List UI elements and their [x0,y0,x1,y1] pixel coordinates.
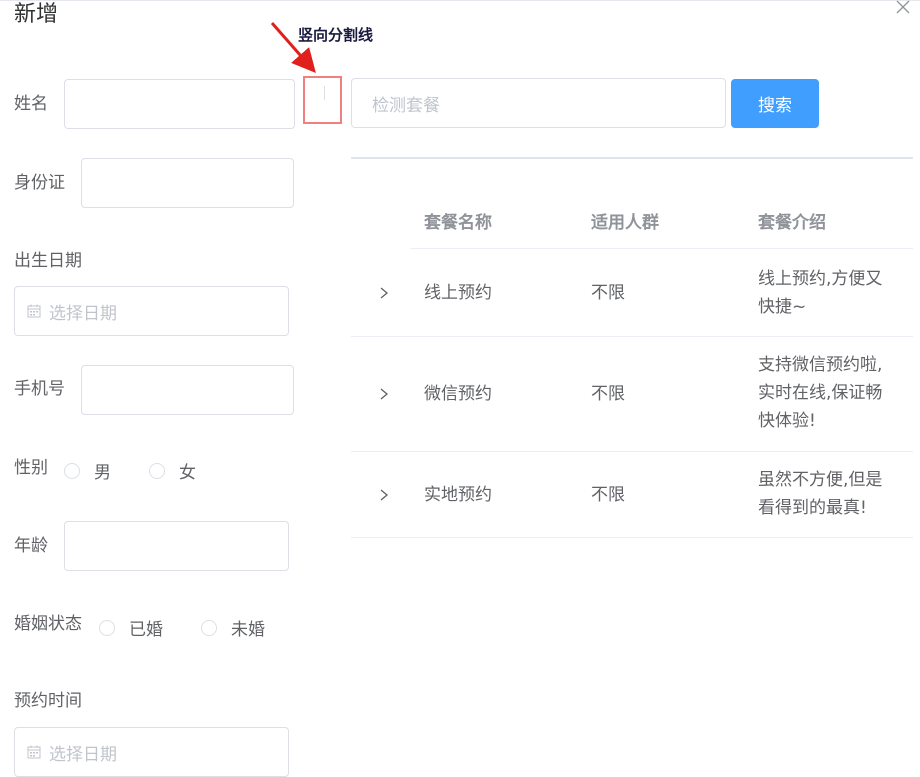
radio-circle[interactable] [149,462,165,479]
annotation-arrow-icon [270,22,316,74]
marital-radio-married[interactable]: 已婚 [99,615,163,640]
marital-status-label: 婚姻状态 [14,614,82,634]
name-label: 姓名 [14,94,48,114]
expand-row-icon[interactable] [377,286,391,300]
row-divider [351,451,913,452]
age-label: 年龄 [14,536,48,556]
vertical-divider [324,86,325,100]
calendar-icon [27,745,41,759]
id-card-input[interactable] [81,158,294,208]
id-card-label: 身份证 [14,173,65,193]
row-intro-line: 快体验! [758,411,816,431]
birth-date-placeholder: 选择日期 [49,303,117,324]
row-target-group: 不限 [591,485,625,505]
package-search-input[interactable]: 检测套餐 [351,78,726,128]
table-bottom-border [351,537,913,538]
search-button[interactable]: 搜索 [731,79,819,128]
birth-date-label: 出生日期 [14,251,82,271]
calendar-icon [27,304,41,318]
row-intro-line: 虽然不方便,但是 [758,470,883,490]
header-target-group: 适用人群 [591,213,659,233]
marital-option-married: 已婚 [129,620,163,640]
dialog-top-border [0,0,920,1]
row-intro-line: 支持微信预约啦, [758,355,883,375]
appointment-date-picker[interactable]: 选择日期 [14,727,289,777]
row-intro-line: 实时在线,保证畅 [758,383,883,403]
row-intro-line: 线上预约,方便又 [758,269,883,289]
gender-label: 性别 [14,458,48,478]
close-icon[interactable] [894,0,912,16]
row-target-group: 不限 [591,384,625,404]
row-intro-line: 看得到的最真! [758,498,867,518]
header-package-name: 套餐名称 [424,213,492,233]
row-package-name: 实地预约 [424,485,492,505]
appointment-date-placeholder: 选择日期 [49,744,117,765]
appointment-time-label: 预约时间 [14,691,82,711]
expand-row-icon[interactable] [377,387,391,401]
radio-circle[interactable] [99,619,115,636]
gender-option-male: 男 [94,463,111,483]
row-package-name: 微信预约 [424,384,492,404]
name-input[interactable] [64,79,295,129]
row-divider [351,336,913,337]
header-bottom-border [411,248,913,249]
expand-row-icon[interactable] [377,488,391,502]
phone-input[interactable] [81,365,294,415]
phone-label: 手机号 [14,379,65,399]
table-top-border [351,157,913,159]
radio-circle[interactable] [201,619,217,636]
gender-radio-male[interactable]: 男 [64,458,111,483]
age-input[interactable] [64,521,289,571]
divider-highlight-box [303,76,342,124]
radio-circle[interactable] [64,462,80,479]
gender-radio-female[interactable]: 女 [149,458,196,483]
marital-option-unmarried: 未婚 [231,620,265,640]
search-placeholder: 检测套餐 [372,95,440,116]
dialog-title: 新增 [14,2,59,27]
row-intro-line: 快捷~ [758,297,807,317]
birth-date-picker[interactable]: 选择日期 [14,286,289,336]
header-package-intro: 套餐介绍 [758,213,826,233]
marital-radio-unmarried[interactable]: 未婚 [201,615,265,640]
gender-option-female: 女 [179,463,196,483]
row-target-group: 不限 [591,283,625,303]
row-package-name: 线上预约 [424,283,492,303]
